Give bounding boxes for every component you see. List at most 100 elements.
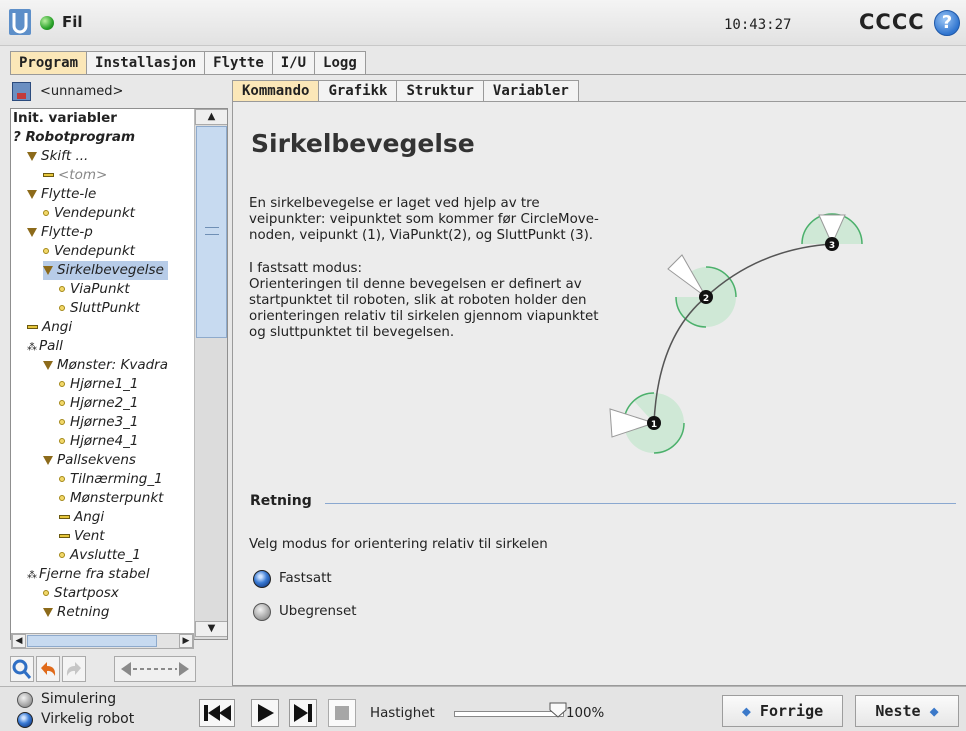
folder-triangle-icon[interactable] [43,360,53,370]
tab-program[interactable]: Program [10,51,88,75]
tree-item[interactable]: Vendepunkt [43,204,135,223]
mode-simulering[interactable]: Simulering [17,691,217,711]
tree-item[interactable]: Init. variabler [13,109,117,128]
search-icon[interactable] [10,656,34,682]
save-icon[interactable] [12,82,31,101]
tree-item-label: Mønster: Kvadra [57,357,168,373]
program-tree[interactable]: Init. variabler? Robotprogram Skift ... <t… [10,108,228,640]
tree-item[interactable]: Vent [59,527,105,546]
tree-item[interactable]: Flytte-p [27,223,93,242]
tree-item-label: Skift ... [41,148,89,164]
radio-unselected-icon[interactable] [17,692,33,708]
tree-item[interactable]: Mønsterpunkt [59,489,163,508]
command-panel: Sirkelbevegelse En sirkelbevegelse er la… [232,101,966,686]
arrow-left-icon: ◆ [741,702,751,720]
stop-button[interactable] [328,699,356,727]
waypoint-icon [43,210,49,216]
folder-triangle-icon[interactable] [27,189,37,199]
tree-item[interactable]: ? Robotprogram [13,128,135,147]
tree-item[interactable]: SluttPunkt [59,299,140,318]
scroll-up-icon[interactable]: ▲ [195,109,227,125]
waypoint-icon [59,438,65,444]
radio-selected-icon[interactable] [253,570,271,588]
robot-name: CCCC [859,10,925,34]
scroll-left-icon[interactable]: ◀ [12,634,26,648]
tree-item-label: Sirkelbevegelse [57,262,164,278]
previous-label: Forrige [759,702,824,720]
tree-item-label: Robotprogram [25,129,136,145]
tree-prefix: ? [13,129,26,145]
tree-item[interactable]: Hjørne1_1 [59,375,139,394]
waypoint-icon [59,381,65,387]
help-icon[interactable]: ? [934,10,960,36]
speed-value: 100% [566,706,605,721]
hscroll-thumb[interactable] [27,635,157,647]
step-button[interactable] [289,699,317,727]
tree-item-label: Retning [57,604,110,620]
move-node-icon[interactable] [114,656,196,682]
tab-installasjon[interactable]: Installasjon [86,51,206,75]
folder-triangle-icon[interactable] [43,455,53,465]
tree-item[interactable]: <tom> [43,166,107,185]
tree-item[interactable]: Angi [27,318,72,337]
tree-item[interactable]: Hjørne2_1 [59,394,139,413]
tree-item[interactable]: ⁂ Fjerne fra stabel [27,565,150,584]
tree-item[interactable]: Flytte-le [27,185,96,204]
scroll-down-icon[interactable]: ▼ [195,621,227,637]
tab-iu[interactable]: I/U [271,51,316,75]
tree-item[interactable]: Skift ... [27,147,88,166]
tree-item[interactable]: Hjørne3_1 [59,413,139,432]
tree-item[interactable]: ViaPunkt [59,280,130,299]
folder-triangle-icon[interactable] [27,151,37,161]
tree-item[interactable]: Sirkelbevegelse [43,261,168,280]
tree-item[interactable]: Retning [43,603,109,622]
tree-item[interactable]: Angi [59,508,104,527]
mode-virkelig-robot[interactable]: Virkelig robot [17,711,217,731]
speed-slider[interactable] [454,711,564,717]
radio-unselected-icon[interactable] [253,603,271,621]
tab-flytte[interactable]: Flytte [204,51,273,75]
tree-item[interactable]: ⁂ Pall [27,337,63,356]
radio-selected-icon[interactable] [17,712,33,728]
next-button[interactable]: Neste ◆ [855,695,959,727]
folder-triangle-icon[interactable] [43,607,53,617]
tree-item-label: SluttPunkt [70,300,140,316]
tree-item[interactable]: Startposx [43,584,119,603]
folder-triangle-icon[interactable] [43,265,53,275]
tree-item[interactable]: Hjørne4_1 [59,432,139,451]
tree-item-label: Fjerne fra stabel [39,566,150,582]
previous-button[interactable]: ◆ Forrige [722,695,843,727]
redo-icon[interactable] [62,656,86,682]
tree-item-label: Avslutte_1 [70,547,141,563]
tree-horizontal-scrollbar[interactable]: ◀ ▶ [11,633,194,649]
tree-item[interactable]: Pallsekvens [43,451,136,470]
undo-icon[interactable] [36,656,60,682]
tree-item[interactable]: Avslutte_1 [59,546,141,565]
play-button[interactable] [251,699,279,727]
page-title: Sirkelbevegelse [251,129,475,158]
bottom-bar: Simulering Virkelig robot Hastighet 100%… [0,686,966,731]
tab-grafikk[interactable]: Grafikk [318,80,398,102]
tree-item-label: Vendepunkt [54,243,135,259]
tab-struktur[interactable]: Struktur [396,80,484,102]
rewind-button[interactable] [199,699,235,727]
scroll-right-icon[interactable]: ▶ [179,634,193,648]
tree-item-label: ViaPunkt [70,281,130,297]
command-icon [59,534,70,538]
program-name: <unnamed> [40,84,124,99]
tree-vertical-scrollbar[interactable]: ▲ ▼ [194,109,227,639]
file-menu[interactable]: Fil [62,13,83,31]
section-description: Velg modus for orientering relativ til s… [249,537,548,552]
folder-triangle-icon[interactable] [27,227,37,237]
tree-item[interactable]: Mønster: Kvadra [43,356,168,375]
description: En sirkelbevegelse er laget ved hjelp av… [249,196,599,358]
tree-item[interactable]: Vendepunkt [43,242,135,261]
speed-slider-handle[interactable] [549,702,567,718]
section-title: Retning [250,493,312,509]
scroll-thumb[interactable] [196,126,227,338]
tree-item[interactable]: Tilnærming_1 [59,470,163,489]
section-divider [325,503,956,504]
tab-variabler[interactable]: Variabler [482,80,579,102]
tab-kommando[interactable]: Kommando [232,80,320,102]
tab-logg[interactable]: Logg [314,51,366,75]
